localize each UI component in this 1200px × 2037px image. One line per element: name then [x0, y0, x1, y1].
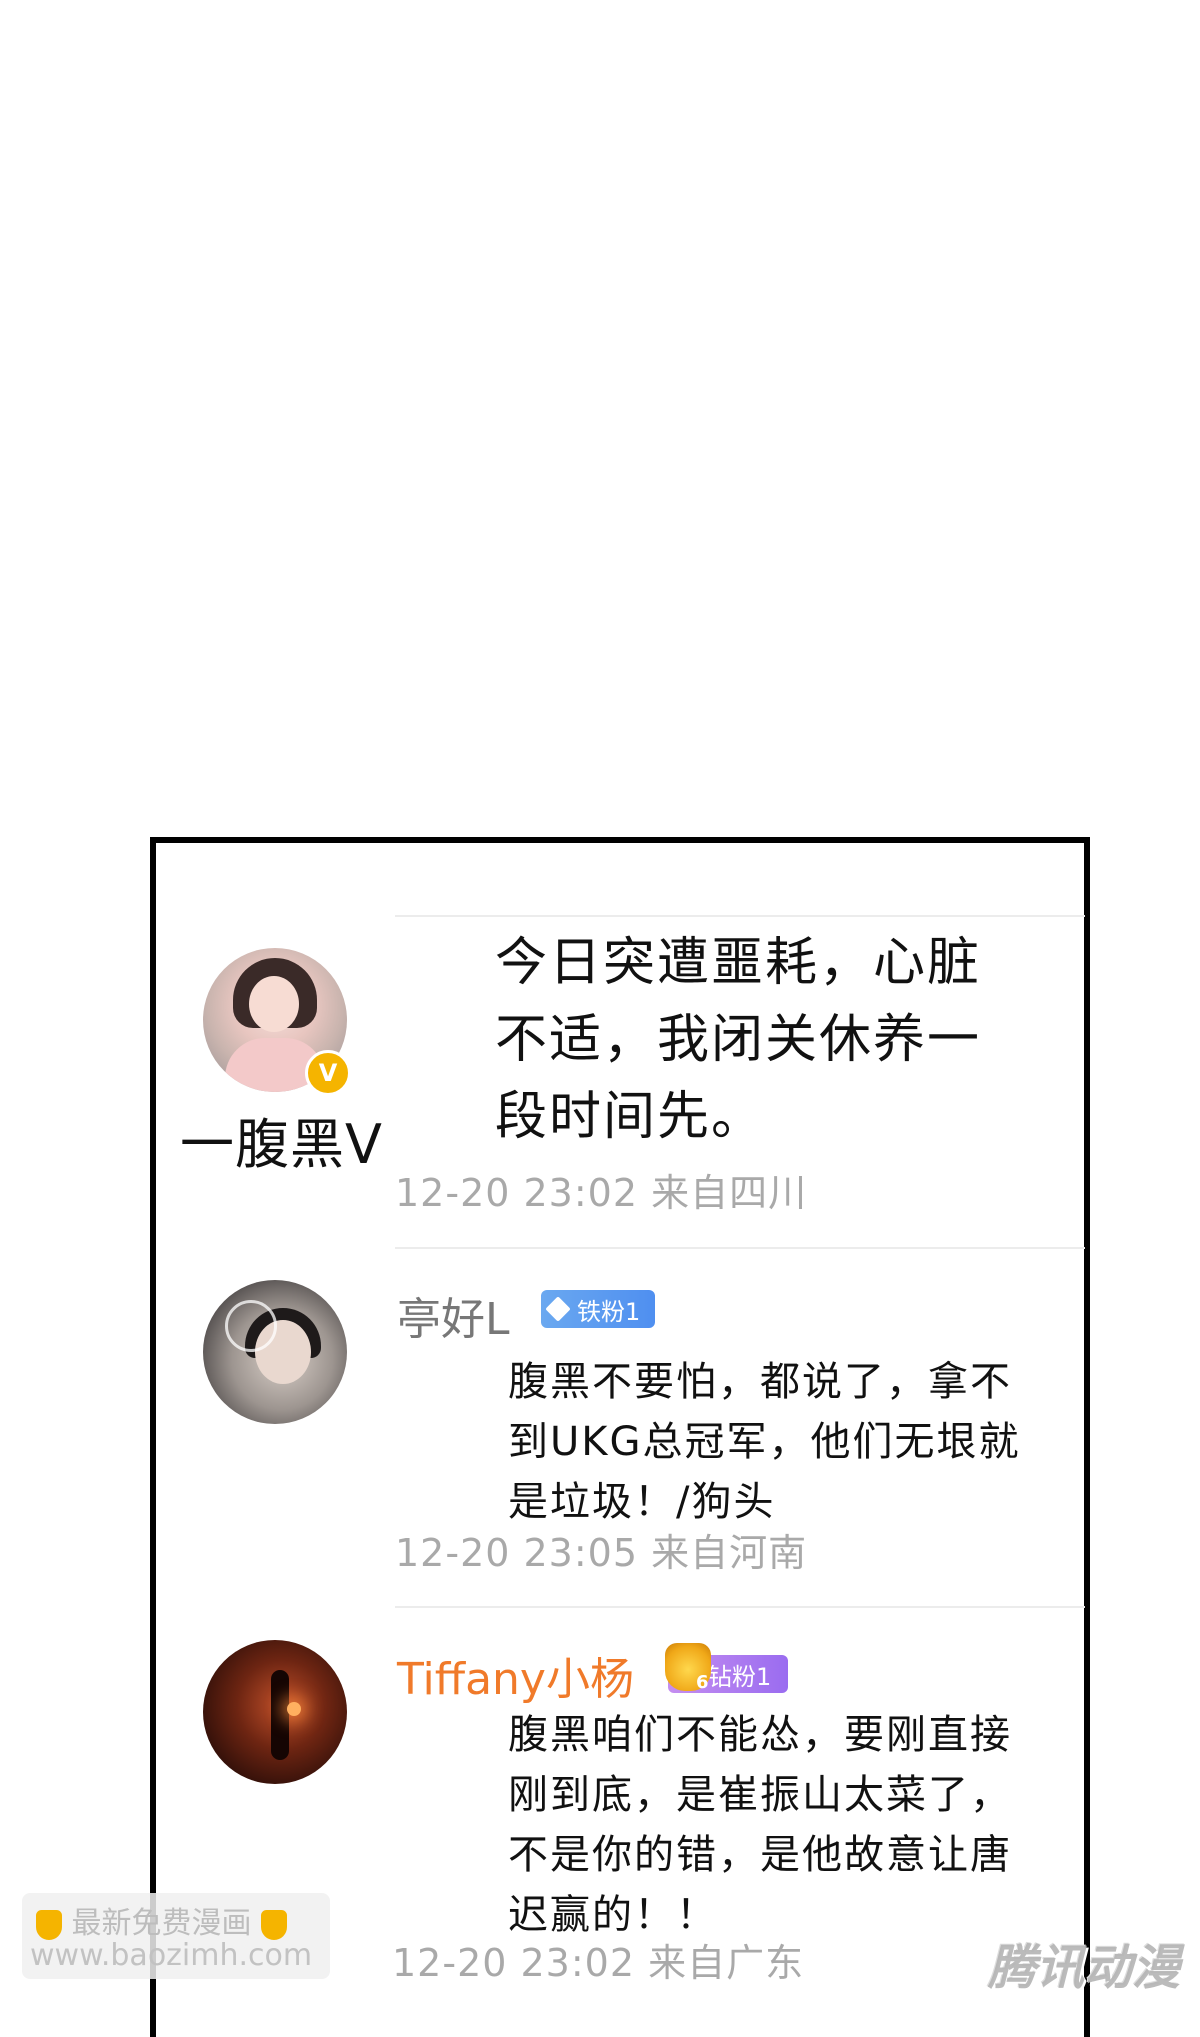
- fan-badge-label: 铁粉1: [577, 1297, 641, 1326]
- avatar-figure: [271, 1670, 289, 1760]
- post-meta: 12-20 23:02 来自四川: [395, 1171, 808, 1215]
- comment-text: 腹黑咱们不能怂，要刚直接刚到底，是崔振山太菜了，不是你的错，是他故意让唐迟赢的！…: [508, 1712, 1012, 1938]
- fan-badge-label: 钻粉1: [708, 1662, 772, 1691]
- divider: [395, 1606, 1085, 1608]
- diamond-icon: [545, 1296, 571, 1322]
- comment-avatar[interactable]: [203, 1280, 347, 1424]
- comment-meta: 12-20 23:02 来自广东: [392, 1941, 805, 1985]
- fan-badge: 铁粉1: [541, 1290, 655, 1328]
- post-text: 今日突遭噩耗，心脏不适，我闭关休养一段时间先。: [495, 933, 982, 1147]
- comment-text: 腹黑不要怕，都说了，拿不到UKG总冠军，他们无垠就是垃圾！/狗头: [508, 1359, 1021, 1525]
- comment-avatar[interactable]: [203, 1640, 347, 1784]
- comment-author-name[interactable]: Tiffany小杨: [397, 1643, 634, 1707]
- pointing-hand-icon: [261, 1909, 288, 1940]
- watermark-url: www.baozimh.com: [30, 1938, 313, 1973]
- avatar-face: [249, 976, 299, 1032]
- comment-author-name[interactable]: 亭好L: [397, 1283, 510, 1347]
- watermark-text: 最新免费漫画: [36, 1898, 288, 1942]
- comment-meta: 12-20 23:05 来自河南: [395, 1531, 808, 1575]
- avatar-light: [287, 1702, 301, 1716]
- brand-watermark: 腾讯动漫: [988, 1940, 1181, 1996]
- crown-level: 6: [696, 1672, 709, 1693]
- avatar-bubble: [225, 1300, 277, 1352]
- watermark-line1: 最新免费漫画: [71, 1906, 252, 1941]
- verified-badge-icon: V: [305, 1050, 351, 1096]
- divider: [395, 915, 1085, 917]
- pointing-hand-icon: [36, 1909, 62, 1940]
- divider: [395, 1247, 1085, 1249]
- post-author-name[interactable]: 一腹黑V: [180, 1100, 383, 1179]
